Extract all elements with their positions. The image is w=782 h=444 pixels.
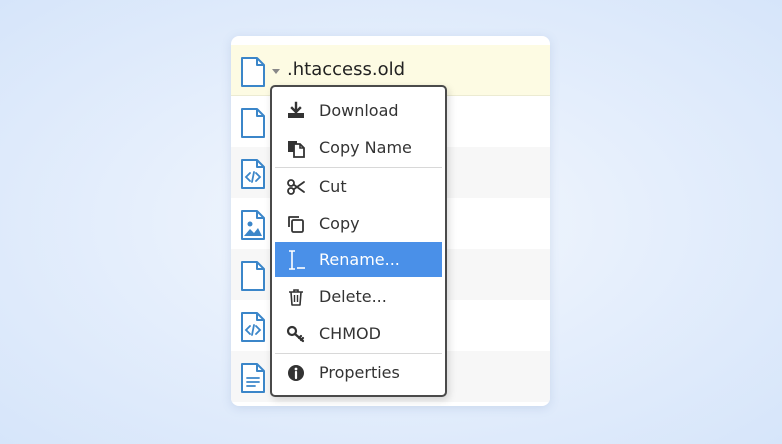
download-icon [285, 100, 307, 122]
menu-item-label: CHMOD [319, 324, 381, 343]
menu-item-cut[interactable]: Cut [275, 169, 442, 204]
trash-icon [285, 286, 307, 308]
menu-item-label: Copy Name [319, 138, 412, 157]
file-text-icon [241, 363, 265, 393]
menu-item-properties[interactable]: Properties [275, 355, 442, 390]
context-menu: Download Copy Name Cut Copy Rename... De… [270, 85, 447, 397]
menu-item-rename[interactable]: Rename... [275, 242, 442, 277]
file-blank-icon [241, 108, 265, 138]
menu-item-copy-name[interactable]: Copy Name [275, 130, 442, 165]
menu-item-label: Delete... [319, 287, 387, 306]
file-name: .htaccess.old [287, 59, 406, 80]
file-blank-icon [241, 57, 265, 87]
menu-item-download[interactable]: Download [275, 93, 442, 128]
menu-separator [275, 353, 442, 354]
copy-name-icon [285, 137, 307, 159]
menu-item-label: Properties [319, 363, 400, 382]
file-image-icon [241, 210, 265, 240]
menu-item-delete[interactable]: Delete... [275, 279, 442, 314]
menu-item-copy[interactable]: Copy [275, 206, 442, 241]
chevron-down-icon[interactable] [271, 66, 281, 76]
copy-icon [285, 213, 307, 235]
file-code-icon [241, 159, 265, 189]
key-icon [285, 323, 307, 345]
text-cursor-icon [285, 249, 307, 271]
file-blank-icon [241, 261, 265, 291]
file-code-icon [241, 312, 265, 342]
menu-item-label: Download [319, 101, 399, 120]
menu-item-label: Copy [319, 214, 360, 233]
menu-item-label: Rename... [319, 250, 400, 269]
info-icon [285, 362, 307, 384]
menu-item-chmod[interactable]: CHMOD [275, 316, 442, 351]
scissors-icon [285, 176, 307, 198]
menu-separator [275, 167, 442, 168]
menu-item-label: Cut [319, 177, 347, 196]
